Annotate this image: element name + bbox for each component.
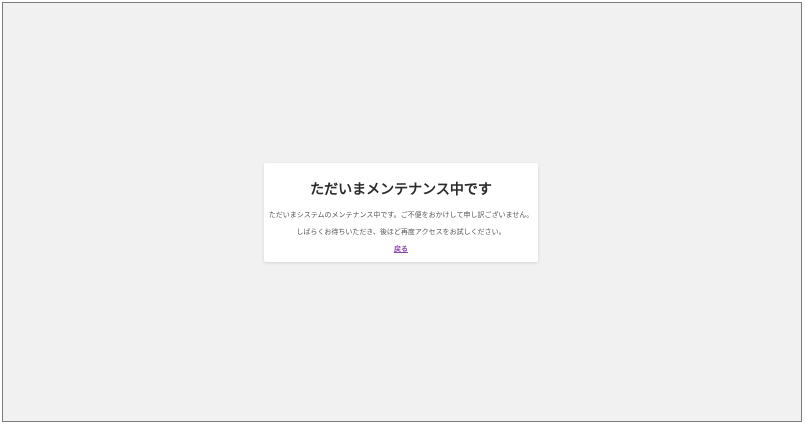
maintenance-card: ただいまメンテナンス中です ただいまシステムのメンテナンス中です。ご不便をおかけ… [264, 163, 538, 262]
page-title: ただいまメンテナンス中です [310, 182, 492, 198]
retry-message: しばらくお待ちいただき、後ほど再度アクセスをお試しください。 [296, 228, 506, 236]
page-background: ただいまメンテナンス中です ただいまシステムのメンテナンス中です。ご不便をおかけ… [2, 2, 802, 422]
back-link[interactable]: 戻る [264, 244, 538, 254]
maintenance-message: ただいまシステムのメンテナンス中です。ご不便をおかけして申し訳ございません。 [268, 211, 534, 219]
